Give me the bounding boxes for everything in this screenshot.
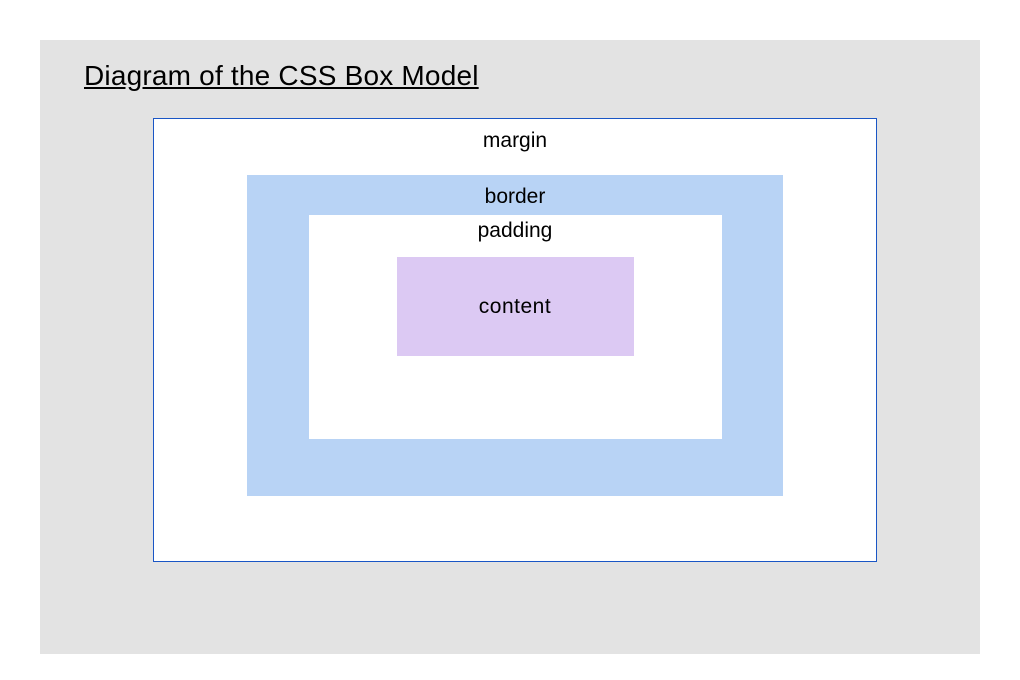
box-model-padding: padding content	[309, 215, 722, 439]
box-model-border: border padding content	[247, 175, 783, 496]
diagram-title: Diagram of the CSS Box Model	[84, 60, 479, 92]
padding-label: padding	[309, 215, 722, 243]
margin-label: margin	[154, 119, 876, 153]
border-label: border	[247, 175, 783, 209]
diagram-canvas: Diagram of the CSS Box Model margin bord…	[40, 40, 980, 654]
box-model-content: content	[397, 257, 634, 356]
box-model-margin: margin border padding content	[153, 118, 877, 562]
content-label: content	[479, 295, 551, 319]
